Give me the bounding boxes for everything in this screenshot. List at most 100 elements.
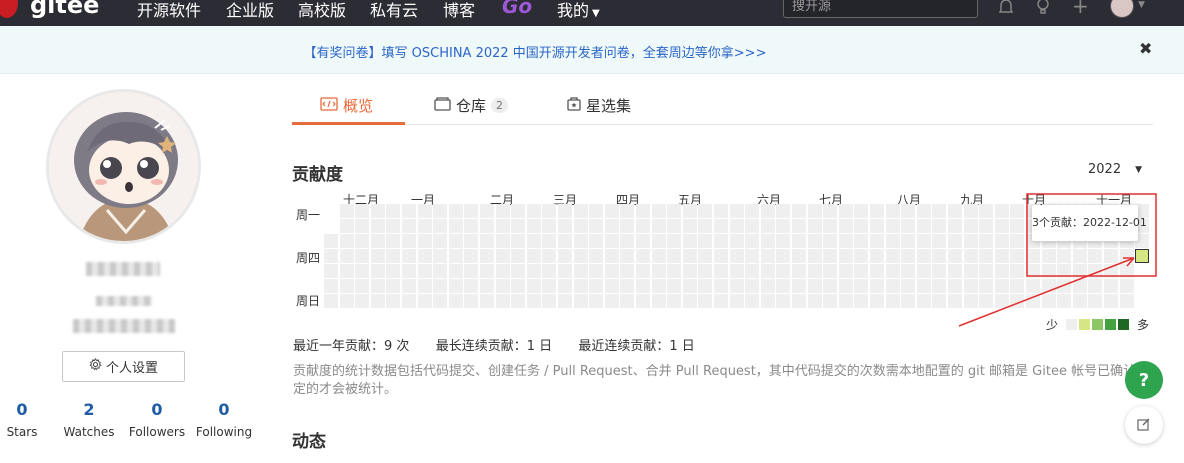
heatmap-cell[interactable]	[823, 248, 838, 263]
heatmap-cell[interactable]	[854, 218, 869, 233]
heatmap-cell[interactable]	[729, 233, 744, 248]
heatmap-cell[interactable]	[370, 278, 385, 293]
heatmap-cell[interactable]	[838, 248, 853, 263]
heatmap-cell[interactable]	[776, 293, 791, 308]
heatmap-cell[interactable]	[1072, 263, 1087, 278]
heatmap-cell[interactable]	[1010, 204, 1025, 218]
heatmap-cell[interactable]	[355, 293, 370, 308]
heatmap-cell[interactable]	[542, 218, 557, 233]
heatmap-cell[interactable]	[636, 263, 650, 278]
heatmap-cell[interactable]	[480, 233, 494, 248]
heatmap-cell[interactable]	[495, 293, 510, 308]
heatmap-cell[interactable]	[417, 248, 432, 263]
heatmap-cell[interactable]	[838, 293, 853, 308]
heatmap-cell[interactable]	[714, 278, 728, 293]
heatmap-cell[interactable]	[324, 293, 338, 308]
heatmap-cell[interactable]	[651, 278, 666, 293]
heatmap-cell[interactable]	[870, 293, 884, 308]
heatmap-cell[interactable]	[339, 248, 354, 263]
heatmap-cell[interactable]	[776, 218, 791, 233]
heatmap-cell[interactable]	[573, 204, 588, 218]
heatmap-cell[interactable]	[339, 293, 354, 308]
heatmap-cell[interactable]	[511, 233, 526, 248]
heatmap-cell[interactable]	[604, 218, 619, 233]
heatmap-cell[interactable]	[636, 233, 650, 248]
heatmap-cell[interactable]	[589, 233, 604, 248]
heatmap-cell[interactable]	[776, 263, 791, 278]
heatmap-cell[interactable]	[464, 233, 479, 248]
heatmap-cell[interactable]	[901, 293, 916, 308]
heatmap-cell[interactable]	[667, 278, 682, 293]
heatmap-cell[interactable]	[1010, 278, 1025, 293]
heatmap-cell[interactable]	[994, 204, 1009, 218]
heatmap-cell[interactable]	[636, 248, 650, 263]
heatmap-cell[interactable]	[480, 248, 494, 263]
heatmap-cell[interactable]	[885, 248, 900, 263]
heatmap-cell[interactable]	[760, 293, 775, 308]
heatmap-cell[interactable]	[932, 218, 947, 233]
heatmap-cell[interactable]	[667, 263, 682, 278]
heatmap-cell[interactable]	[932, 263, 947, 278]
heatmap-cell[interactable]	[682, 263, 697, 278]
heatmap-cell[interactable]	[480, 263, 494, 278]
nav-item-private-cloud[interactable]: 私有云	[370, 0, 418, 21]
heatmap-cell[interactable]	[511, 293, 526, 308]
heatmap-cell[interactable]	[698, 233, 713, 248]
heatmap-cell[interactable]	[386, 233, 401, 248]
heatmap-cell[interactable]	[1026, 278, 1040, 293]
heatmap-cell[interactable]	[776, 278, 791, 293]
heatmap-cell[interactable]	[1119, 293, 1134, 308]
heatmap-cell[interactable]	[838, 218, 853, 233]
heatmap-cell[interactable]	[885, 278, 900, 293]
heatmap-cell[interactable]	[573, 293, 588, 308]
heatmap-cell[interactable]	[916, 278, 931, 293]
nav-item-enterprise[interactable]: 企业版	[226, 0, 274, 21]
heatmap-cell[interactable]	[604, 233, 619, 248]
heatmap-cell[interactable]	[542, 204, 557, 218]
heatmap-cell[interactable]	[807, 218, 822, 233]
heatmap-cell[interactable]	[901, 278, 916, 293]
heatmap-cell[interactable]	[901, 263, 916, 278]
heatmap-cell[interactable]	[714, 218, 728, 233]
heatmap-cell[interactable]	[979, 218, 994, 233]
heatmap-cell[interactable]	[963, 233, 978, 248]
heatmap-cell[interactable]	[698, 248, 713, 263]
heatmap-cell[interactable]	[916, 204, 931, 218]
tab-collections[interactable]: 星选集	[567, 95, 631, 116]
heatmap-cell[interactable]	[916, 218, 931, 233]
heatmap-cell[interactable]	[558, 293, 572, 308]
heatmap-cell[interactable]	[370, 218, 385, 233]
heatmap-cell[interactable]	[1088, 248, 1103, 263]
heatmap-cell[interactable]	[402, 233, 416, 248]
tab-overview[interactable]: 概览	[320, 95, 373, 116]
heatmap-cell[interactable]	[386, 248, 401, 263]
heatmap-cell[interactable]	[402, 278, 416, 293]
heatmap-cell[interactable]	[433, 293, 448, 308]
heatmap-cell[interactable]	[355, 278, 370, 293]
heatmap-cell[interactable]	[558, 218, 572, 233]
heatmap-cell[interactable]	[870, 263, 884, 278]
heatmap-cell[interactable]	[885, 233, 900, 248]
heatmap-cell[interactable]	[620, 278, 635, 293]
nav-item-mine[interactable]: 我的 ▼	[557, 0, 600, 21]
search-input[interactable]: 搜开源	[783, 0, 978, 18]
heatmap-cell[interactable]	[963, 204, 978, 218]
heatmap-cell[interactable]	[370, 248, 385, 263]
heatmap-cell[interactable]	[698, 204, 713, 218]
heatmap-cell[interactable]	[885, 263, 900, 278]
year-select[interactable]: 2022 ▼	[1088, 162, 1142, 177]
heatmap-cell[interactable]	[1104, 278, 1118, 293]
heatmap-cell[interactable]	[682, 293, 697, 308]
heatmap-cell[interactable]	[838, 263, 853, 278]
heatmap-cell[interactable]	[901, 218, 916, 233]
heatmap-cell[interactable]	[963, 278, 978, 293]
heatmap-cell[interactable]	[776, 204, 791, 218]
heatmap-cell[interactable]	[1072, 278, 1087, 293]
heatmap-cell[interactable]	[480, 218, 494, 233]
heatmap-cell[interactable]	[1010, 263, 1025, 278]
heatmap-cell[interactable]	[604, 248, 619, 263]
heatmap-cell[interactable]	[1026, 293, 1040, 308]
heatmap-cell[interactable]	[1072, 293, 1087, 308]
heatmap-cell[interactable]	[636, 204, 650, 218]
heatmap-cell[interactable]	[417, 278, 432, 293]
